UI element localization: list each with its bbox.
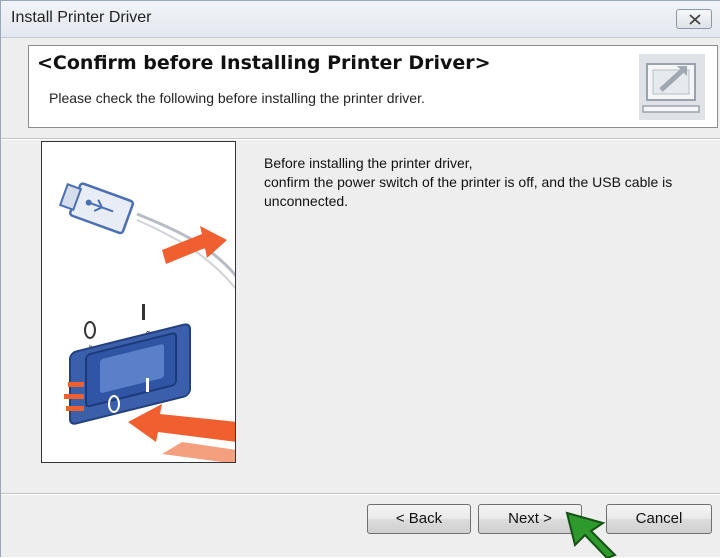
close-button[interactable] <box>676 9 712 29</box>
back-button[interactable]: < Back <box>367 504 471 534</box>
mouse-pointer-icon <box>565 511 617 558</box>
message-line: confirm the power switch of the printer … <box>264 174 673 190</box>
message-line: unconnected. <box>264 193 349 209</box>
window-title: Install Printer Driver <box>11 9 152 26</box>
header-title: <Confirm before Installing Printer Drive… <box>37 52 491 74</box>
power-switch-icon <box>64 323 191 425</box>
header-subtitle: Please check the following before instal… <box>49 90 425 106</box>
install-monitor-icon <box>639 54 705 120</box>
printer-setup-illustration: Off On <box>58 182 235 462</box>
press-arrow-icon <box>128 404 235 442</box>
title-bar[interactable]: Install Printer Driver <box>1 1 720 38</box>
message-line: Before installing the printer driver, <box>264 155 473 171</box>
instruction-message: Before installing the printer driver, co… <box>264 154 719 211</box>
header-divider <box>1 138 720 140</box>
installer-window: Install Printer Driver <Confirm before I… <box>0 0 720 558</box>
cancel-button[interactable]: Cancel <box>606 504 712 534</box>
close-icon <box>689 14 701 25</box>
footer-divider <box>1 493 720 495</box>
header-panel: <Confirm before Installing Printer Drive… <box>28 45 718 128</box>
illustration-panel: Off On <box>41 141 236 463</box>
